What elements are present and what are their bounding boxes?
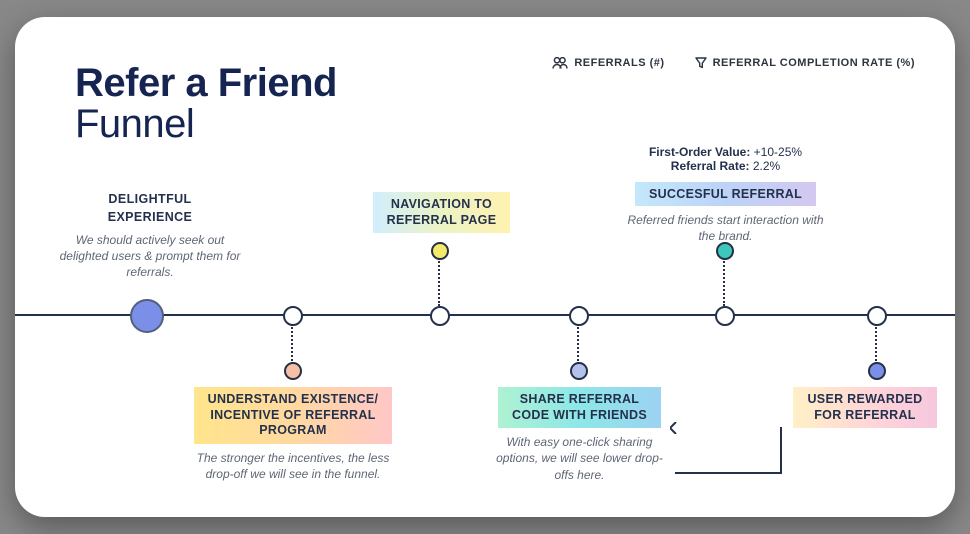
step-share-chip: SHARE REFERRALCODE WITH FRIENDS [498, 387, 661, 428]
stat-fov-label: First-Order Value: [649, 145, 750, 159]
stem-understand [291, 324, 293, 364]
title-line-2: Funnel [75, 104, 337, 145]
node-share [569, 306, 589, 326]
page-title: Refer a Friend Funnel [75, 63, 337, 145]
step-nav: NAVIGATION TOREFERRAL PAGE [359, 192, 524, 233]
legend-referrals-label: REFERRALS (#) [574, 57, 664, 69]
dot-share [570, 362, 588, 380]
stem-reward [875, 324, 877, 364]
step-success: SUCCESFUL REFERRAL Referred friends star… [623, 182, 828, 244]
legend-completion: REFERRAL COMPLETION RATE (%) [695, 57, 915, 69]
funnel-icon [695, 57, 707, 69]
dot-success [716, 242, 734, 260]
stem-success [723, 258, 725, 306]
stats: First-Order Value: +10-25% Referral Rate… [623, 145, 828, 173]
diagram-card: { "title_line1": "Refer a Friend", "titl… [15, 17, 955, 517]
step-delight-cap: We should actively seek out delighted us… [55, 232, 245, 281]
stat-rr-value: 2.2% [753, 159, 780, 173]
step-nav-chip: NAVIGATION TOREFERRAL PAGE [373, 192, 511, 233]
step-share: SHARE REFERRALCODE WITH FRIENDS With eas… [487, 387, 672, 483]
step-share-cap: With easy one-click sharing options, we … [487, 434, 672, 483]
step-understand-chip: UNDERSTAND EXISTENCE/INCENTIVE OF REFERR… [194, 387, 393, 444]
stem-share [577, 324, 579, 364]
legend-completion-label: REFERRAL COMPLETION RATE (%) [713, 57, 915, 69]
step-understand-cap: The stronger the incentives, the less dr… [183, 450, 403, 482]
dot-nav [431, 242, 449, 260]
people-icon [552, 57, 568, 69]
step-success-cap: Referred friends start interaction with … [623, 212, 828, 244]
legend-referrals: REFERRALS (#) [552, 57, 664, 69]
stat-fov-value: +10-25% [754, 145, 802, 159]
stat-rr-label: Referral Rate: [671, 159, 750, 173]
title-line-1: Refer a Friend [75, 63, 337, 104]
step-delight: DELIGHTFULEXPERIENCE We should actively … [55, 191, 245, 281]
reward-arrowhead-icon [670, 422, 682, 434]
step-reward-chip: USER REWARDEDFOR REFERRAL [793, 387, 936, 428]
node-start [130, 299, 164, 333]
step-delight-head: DELIGHTFULEXPERIENCE [55, 191, 245, 226]
step-understand: UNDERSTAND EXISTENCE/INCENTIVE OF REFERR… [183, 387, 403, 482]
dot-understand [284, 362, 302, 380]
node-understand [283, 306, 303, 326]
legend: REFERRALS (#) REFERRAL COMPLETION RATE (… [552, 57, 915, 69]
step-reward: USER REWARDEDFOR REFERRAL [785, 387, 945, 428]
step-success-chip: SUCCESFUL REFERRAL [635, 182, 816, 206]
node-success [715, 306, 735, 326]
node-nav [430, 306, 450, 326]
dot-reward [868, 362, 886, 380]
reward-arrow-path [675, 427, 782, 474]
stem-nav [438, 258, 440, 306]
node-reward [867, 306, 887, 326]
